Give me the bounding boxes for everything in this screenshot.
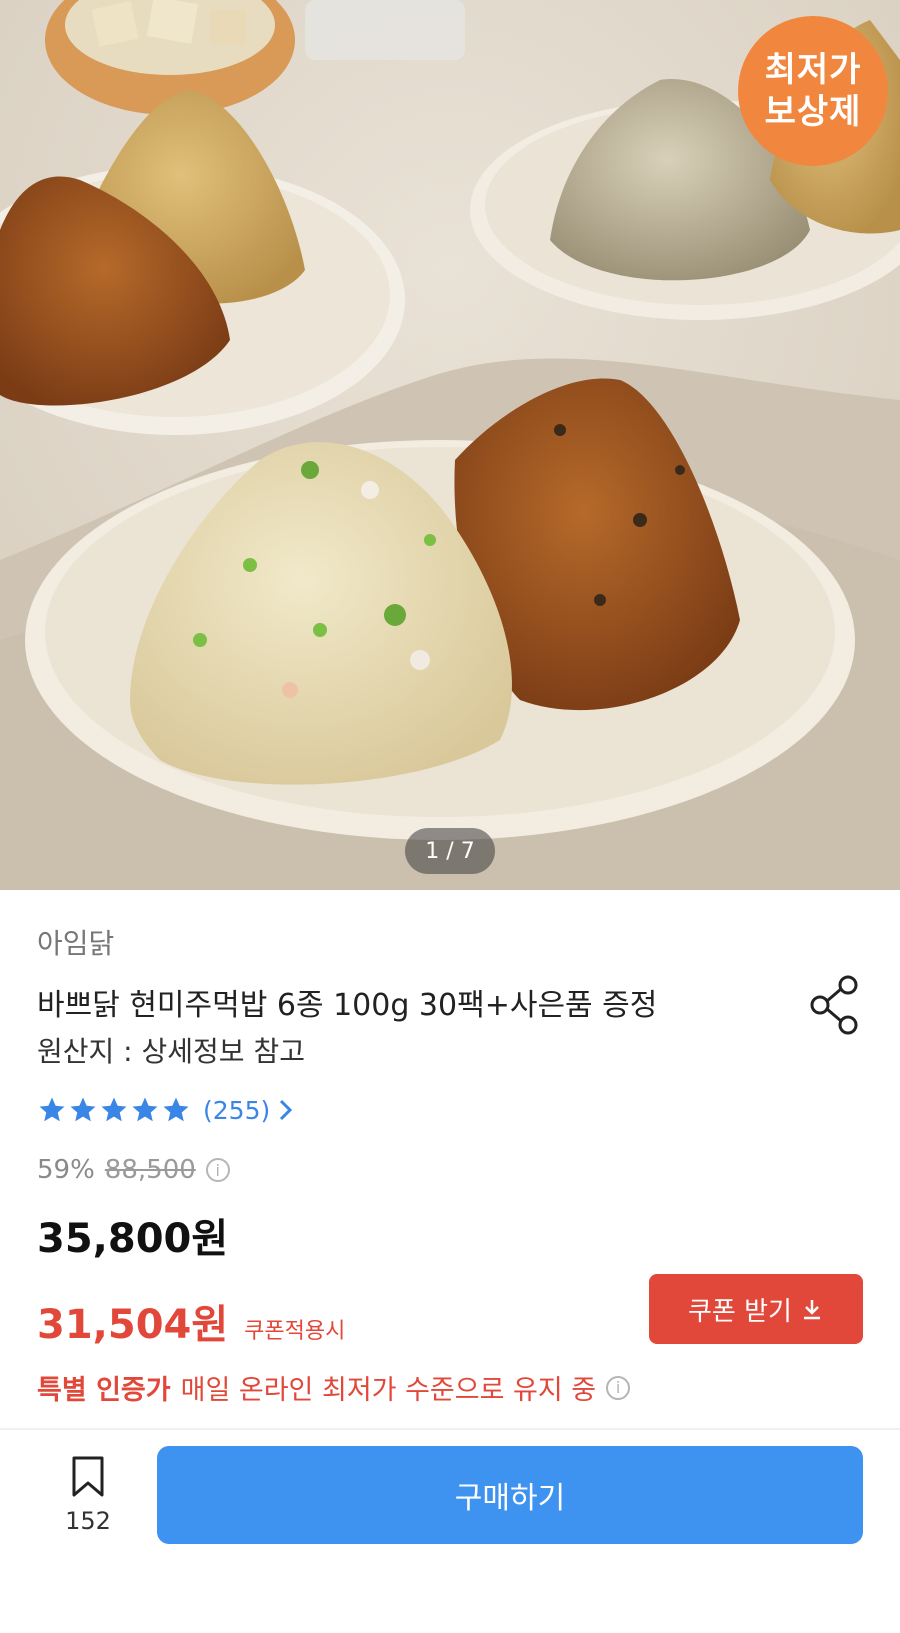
discount-rate: 59% <box>37 1155 95 1185</box>
buy-button[interactable]: 구매하기 <box>157 1446 863 1544</box>
bookmark-count: 152 <box>65 1507 111 1535</box>
special-price-row: 특별 인증가 매일 온라인 최저가 수준으로 유지 중 i <box>37 1368 631 1407</box>
star-icon <box>163 1097 189 1122</box>
star-icon <box>101 1097 127 1122</box>
origin-info: 원산지 : 상세정보 참고 <box>37 1035 305 1068</box>
divider <box>0 1428 900 1430</box>
rating-row[interactable]: (255) <box>37 1093 294 1127</box>
chevron-right-icon <box>280 1099 293 1121</box>
brand-name[interactable]: 아임닭 <box>37 922 114 962</box>
special-price-message: 매일 온라인 최저가 수준으로 유지 중 <box>180 1375 597 1406</box>
share-button[interactable] <box>808 975 864 1035</box>
coupon-price: 31,504원 <box>37 1302 229 1348</box>
download-icon <box>803 1300 820 1320</box>
badge-line-1: 최저가 <box>764 50 862 90</box>
special-price-label: 특별 인증가 <box>37 1375 171 1406</box>
info-icon[interactable]: i <box>606 1375 631 1400</box>
coupon-button-label: 쿠폰 받기 <box>688 1296 792 1327</box>
get-coupon-button[interactable]: 쿠폰 받기 <box>649 1274 863 1344</box>
share-icon <box>810 975 858 1035</box>
star-rating <box>37 1095 191 1125</box>
sale-price: 35,800원 <box>37 1216 229 1262</box>
original-price: 88,500 <box>104 1155 196 1185</box>
image-pager: 1 / 7 <box>405 828 495 874</box>
coupon-note: 쿠폰적용시 <box>244 1319 346 1344</box>
coupon-price-row: 31,504원 쿠폰적용시 <box>37 1292 345 1350</box>
lowest-price-badge: 최저가 보상제 <box>738 16 888 166</box>
product-image[interactable]: 최저가 보상제 1 / 7 <box>0 0 900 890</box>
star-icon <box>39 1097 65 1122</box>
star-icon <box>70 1097 96 1122</box>
review-count: (255) <box>203 1095 271 1125</box>
star-icon <box>132 1097 158 1122</box>
badge-line-2: 보상제 <box>764 92 862 132</box>
product-title: 바쁘닭 현미주먹밥 6종 100g 30팩+사은품 증정 <box>37 988 658 1023</box>
info-icon[interactable]: i <box>205 1158 230 1182</box>
bookmark-button[interactable]: 152 <box>58 1455 118 1535</box>
discount-row: 59% 88,500 i <box>37 1155 230 1185</box>
bookmark-icon <box>72 1456 104 1497</box>
